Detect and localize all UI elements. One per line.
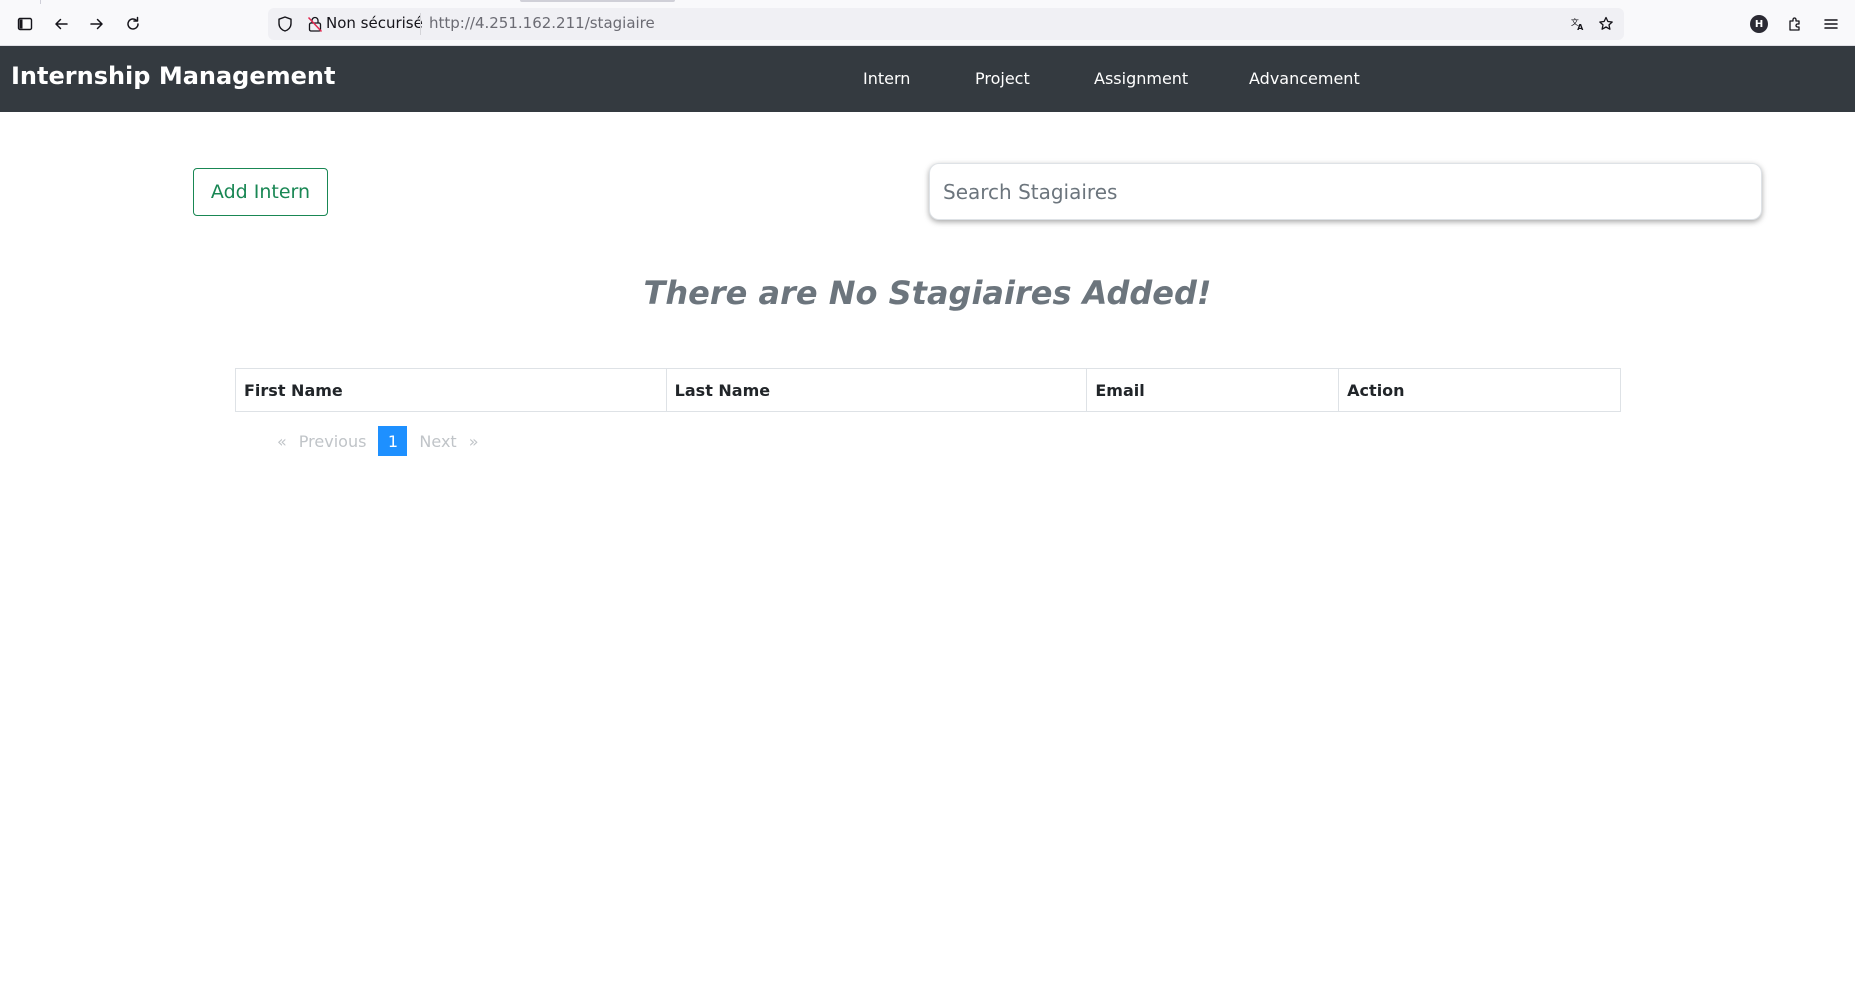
table-header-row: First Name Last Name Email Action	[235, 368, 1621, 412]
previous-arrow: «	[277, 431, 287, 451]
back-arrow-icon[interactable]	[48, 11, 74, 37]
bookmark-star-icon[interactable]	[1596, 14, 1616, 34]
url-separator	[420, 13, 421, 35]
profile-initial: H	[1750, 15, 1768, 33]
nav-link-advancement[interactable]: Advancement	[1249, 69, 1360, 88]
insecure-lock-icon[interactable]	[306, 15, 324, 33]
brand-title[interactable]: Internship Management	[11, 62, 335, 90]
column-header-first-name: First Name	[235, 368, 667, 412]
page-1-button[interactable]: 1	[378, 426, 408, 456]
active-tab-indicator	[520, 0, 675, 2]
reload-icon[interactable]	[120, 11, 146, 37]
next-arrow: »	[468, 431, 479, 451]
empty-state-message: There are No Stagiaires Added!	[643, 274, 1212, 312]
nav-link-project[interactable]: Project	[975, 69, 1030, 88]
security-label[interactable]: Non sécurisé	[326, 14, 423, 32]
url-text[interactable]: http://4.251.162.211/stagiaire	[429, 14, 655, 32]
column-header-last-name: Last Name	[665, 368, 1088, 412]
pagination: « Previous 1 Next »	[271, 426, 485, 456]
translate-icon[interactable]: 文A	[1568, 14, 1588, 34]
add-intern-button[interactable]: Add Intern	[193, 168, 328, 216]
tracking-shield-icon[interactable]	[276, 15, 294, 33]
column-header-action: Action	[1338, 368, 1621, 412]
account-avatar-icon[interactable]: H	[1746, 11, 1772, 37]
forward-arrow-icon[interactable]	[84, 11, 110, 37]
sidebar-toggle-icon[interactable]	[12, 11, 38, 37]
column-header-email: Email	[1086, 368, 1340, 412]
hamburger-menu-icon[interactable]	[1818, 11, 1844, 37]
tab-divider	[40, 0, 41, 4]
interns-table: First Name Last Name Email Action	[235, 368, 1621, 412]
next-page-link: Next	[419, 431, 457, 451]
browser-toolbar: Non sécurisé http://4.251.162.211/stagia…	[0, 0, 1855, 46]
previous-page-link: Previous	[298, 431, 367, 451]
search-input[interactable]	[929, 163, 1762, 220]
nav-link-assignment[interactable]: Assignment	[1094, 69, 1188, 88]
extensions-puzzle-icon[interactable]	[1782, 11, 1808, 37]
svg-text:A: A	[1577, 23, 1584, 32]
address-bar[interactable]: Non sécurisé http://4.251.162.211/stagia…	[268, 8, 1624, 40]
app-navbar: Internship Management Intern Project Ass…	[0, 46, 1855, 112]
nav-link-intern[interactable]: Intern	[863, 69, 910, 88]
